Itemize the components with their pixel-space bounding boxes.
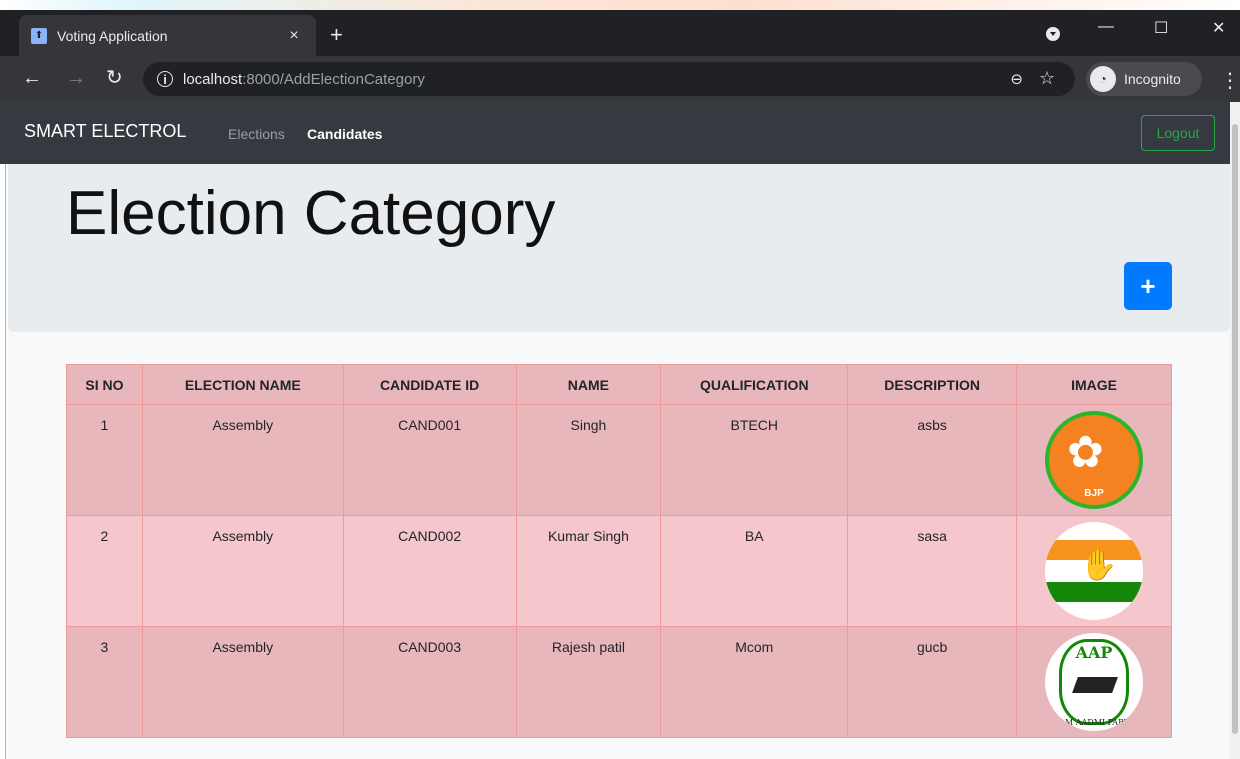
new-tab-button[interactable]: + (330, 24, 343, 46)
bjp-logo-image: ✿ BJP (1045, 411, 1144, 509)
flag-green (1045, 582, 1144, 602)
cell-candidate-id: CAND002 (342, 515, 517, 627)
header-candidate-id: CANDIDATE ID (342, 364, 517, 405)
table-row: 3 Assembly CAND003 Rajesh patil Mcom guc… (66, 626, 1172, 738)
cell-candidate-id: CAND003 (342, 626, 517, 738)
page-content: SMART ELECTROL Elections Candidates Logo… (0, 102, 1240, 759)
header-qualification: QUALIFICATION (660, 364, 849, 405)
header-election-name: ELECTION NAME (141, 364, 344, 405)
cell-qualification: BTECH (660, 404, 849, 516)
cell-description: sasa (847, 515, 1018, 627)
bookmark-star-icon[interactable]: ☆ (1039, 68, 1055, 89)
hand-icon: ✋ (1080, 549, 1118, 582)
address-bar: ← → ↻ i localhost:8000/AddElectionCatego… (0, 56, 1240, 102)
left-edge (0, 164, 6, 759)
header-name: NAME (515, 364, 662, 405)
cell-image: ✿ BJP (1016, 404, 1172, 516)
header-image: IMAGE (1016, 364, 1172, 405)
cell-qualification: BA (660, 515, 849, 627)
site-navbar: SMART ELECTROL Elections Candidates Logo… (0, 102, 1230, 164)
nav-link-candidates[interactable]: Candidates (307, 126, 382, 142)
window-close-button[interactable]: ✕ (1212, 18, 1225, 38)
incognito-label: Incognito (1124, 71, 1181, 87)
favicon-icon: ⬆ (31, 27, 47, 44)
broom-icon (1072, 677, 1118, 693)
add-button[interactable]: + (1124, 262, 1172, 310)
cell-election-name: Assembly (141, 404, 344, 516)
scrollbar-thumb[interactable] (1232, 124, 1238, 734)
info-icon[interactable]: i (157, 71, 173, 87)
cell-name: Singh (515, 404, 662, 516)
cell-description: asbs (847, 404, 1018, 516)
tab-search-icon[interactable] (1046, 27, 1060, 41)
cell-election-name: Assembly (141, 626, 344, 738)
maximize-button[interactable]: ☐ (1154, 18, 1168, 38)
cell-qualification: Mcom (660, 626, 849, 738)
page-scrollbar[interactable] (1230, 102, 1240, 759)
cell-name: Kumar Singh (515, 515, 662, 627)
aap-logo-text-top: AAP (1075, 643, 1113, 662)
aap-broom-logo-image: AAP AAM AADMI PARTY (1045, 633, 1144, 731)
menu-kebab-icon[interactable]: ⋮ (1220, 68, 1240, 93)
zoom-icon[interactable]: ⊖ (1010, 70, 1023, 88)
url-path: :8000/AddElectionCategory (242, 70, 425, 88)
cell-description: gucb (847, 626, 1018, 738)
url-input[interactable]: i localhost:8000/AddElectionCategory ⊖ ☆ (143, 62, 1075, 96)
tab-close-icon[interactable]: × (284, 27, 304, 45)
table-row: 2 Assembly CAND002 Kumar Singh BA sasa ✋ (66, 515, 1172, 627)
table-header-row: SI NO ELECTION NAME CANDIDATE ID NAME QU… (66, 364, 1172, 405)
inc-hand-logo-image: ✋ (1045, 522, 1144, 620)
header-si-no: SI NO (66, 364, 143, 405)
tab-bar: ⬆ Voting Application × + — ☐ ✕ (0, 10, 1240, 56)
incognito-icon: ◔ (1090, 66, 1116, 92)
jumbotron: Election Category + (8, 164, 1230, 332)
cell-election-name: Assembly (141, 515, 344, 627)
browser-tab[interactable]: ⬆ Voting Application × (19, 15, 316, 56)
cell-image: ✋ (1016, 515, 1172, 627)
nav-link-elections[interactable]: Elections (228, 126, 285, 142)
url-host: localhost (183, 70, 243, 88)
forward-arrow-icon[interactable]: → (66, 68, 86, 88)
incognito-profile-button[interactable]: ◔ Incognito (1086, 62, 1202, 96)
aap-logo-text-bottom: AAM AADMI PARTY (1053, 718, 1135, 727)
table-row: 1 Assembly CAND001 Singh BTECH asbs ✿ BJ… (66, 404, 1172, 516)
cell-si-no: 1 (66, 404, 143, 516)
cell-si-no: 3 (66, 626, 143, 738)
back-arrow-icon[interactable]: ← (22, 68, 42, 88)
lotus-icon: ✿ (1067, 428, 1104, 477)
top-strip (0, 0, 1240, 10)
page-title: Election Category (66, 179, 556, 248)
bjp-logo-text: BJP (1084, 488, 1104, 499)
header-description: DESCRIPTION (847, 364, 1018, 405)
brand-link[interactable]: SMART ELECTROL (24, 121, 186, 142)
candidates-table: SI NO ELECTION NAME CANDIDATE ID NAME QU… (66, 364, 1172, 738)
cell-candidate-id: CAND001 (342, 404, 517, 516)
cell-name: Rajesh patil (515, 626, 662, 738)
minimize-button[interactable]: — (1098, 18, 1114, 36)
tab-title: Voting Application (57, 27, 168, 44)
cell-si-no: 2 (66, 515, 143, 627)
cell-image: AAP AAM AADMI PARTY (1016, 626, 1172, 738)
logout-button[interactable]: Logout (1141, 115, 1215, 151)
reload-icon[interactable]: ↻ (106, 68, 123, 88)
